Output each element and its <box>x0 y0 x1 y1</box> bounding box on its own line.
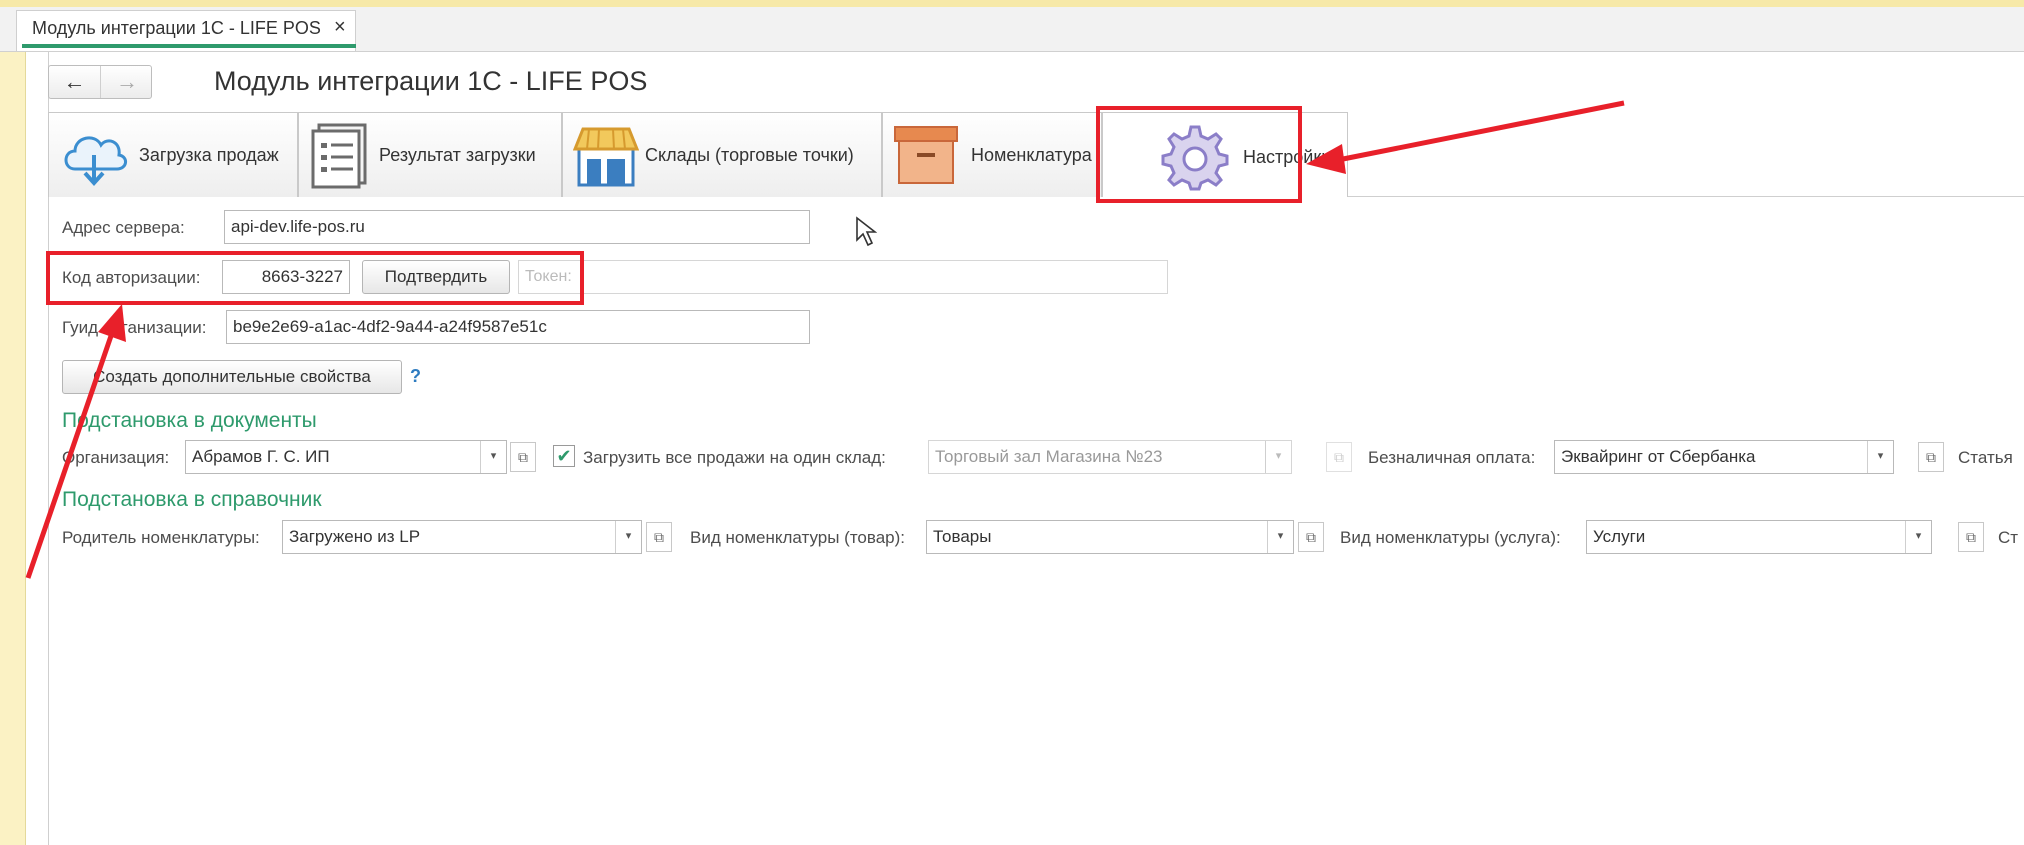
arrow-to-settings-line <box>1337 100 1625 163</box>
arrow-to-auth-head <box>98 304 126 342</box>
arrow-to-settings-head <box>1306 144 1346 174</box>
arrow-to-auth-line <box>25 332 115 579</box>
annotation-arrows <box>25 100 1625 579</box>
